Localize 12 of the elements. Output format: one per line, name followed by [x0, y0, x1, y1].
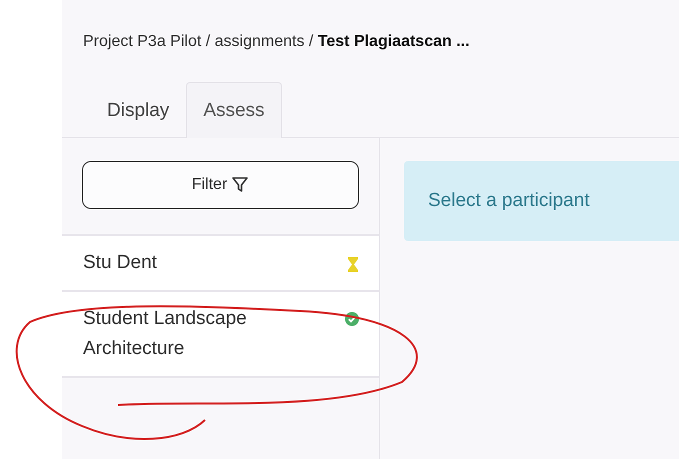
- tab[interactable]: Display: [90, 82, 186, 138]
- tab[interactable]: Assess: [186, 82, 282, 138]
- check-circle-icon: [345, 312, 359, 326]
- participant-item[interactable]: Stu Dent: [62, 236, 379, 292]
- participant-name: Student Landscape Architecture: [83, 307, 248, 361]
- filter-button[interactable]: Filter: [82, 161, 359, 209]
- breadcrumb: Project P3a Pilot / assignments / Test Plagiaatscan ...: [82, 32, 471, 52]
- hourglass-icon: [347, 256, 359, 273]
- info-message: Select a participant: [404, 161, 679, 241]
- participant-name: Stu Dent: [83, 251, 158, 275]
- filter-icon: [231, 176, 250, 194]
- participant-item[interactable]: Student Landscape Architecture: [62, 292, 379, 378]
